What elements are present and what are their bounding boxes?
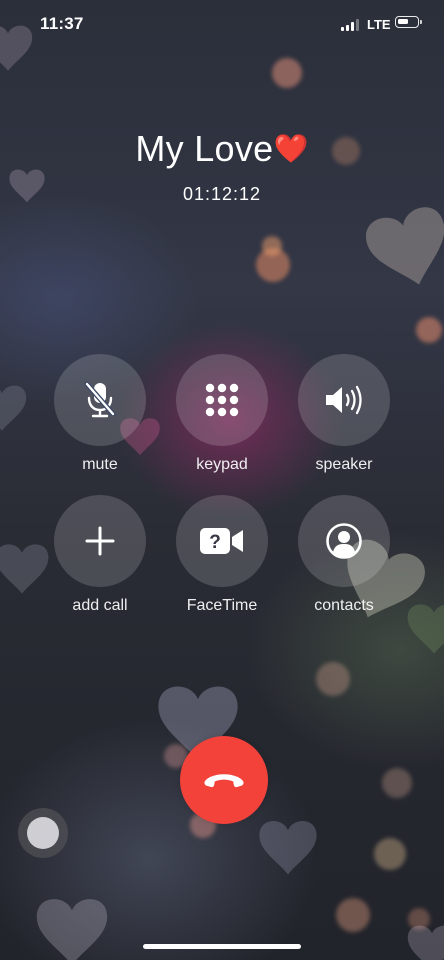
plus-icon (85, 526, 115, 556)
heart-emoji: ❤️ (273, 132, 309, 165)
keypad-icon (205, 383, 239, 417)
contacts-label: contacts (314, 597, 374, 614)
add-call-button[interactable]: add call (54, 495, 146, 615)
facetime-button[interactable]: ? FaceTime (176, 495, 268, 615)
svg-text:?: ? (209, 532, 221, 553)
status-bar: 11:37 LTE (0, 0, 444, 48)
battery-icon (395, 16, 422, 28)
mute-button-circle[interactable] (54, 354, 146, 446)
home-indicator[interactable] (143, 944, 301, 949)
keypad-label: keypad (196, 456, 248, 473)
speaker-button-circle[interactable] (298, 354, 390, 446)
mute-label: mute (82, 456, 118, 473)
contacts-button-circle[interactable] (298, 495, 390, 587)
status-time: 11:37 (40, 14, 84, 33)
mute-button[interactable]: mute (54, 354, 146, 474)
signal-icon (341, 19, 361, 31)
speaker-icon (326, 385, 362, 415)
call-duration: 01:12:12 (182, 184, 262, 204)
keypad-button[interactable]: keypad (176, 354, 268, 474)
facetime-label: FaceTime (186, 597, 258, 614)
facetime-button-circle[interactable]: ? (176, 495, 268, 587)
caller-name: My Love (135, 128, 274, 169)
contacts-button[interactable]: contacts (298, 495, 390, 615)
caller-header: My Love❤️ (0, 128, 444, 170)
end-call-icon (204, 774, 244, 788)
keypad-button-circle[interactable] (176, 354, 268, 446)
add-call-label: add call (72, 597, 128, 614)
end-call-button[interactable] (180, 736, 268, 824)
speaker-label: speaker (315, 456, 373, 473)
speaker-button[interactable]: speaker (298, 354, 390, 474)
network-type: LTE (367, 17, 391, 32)
assistive-touch-icon (27, 817, 59, 849)
facetime-icon: ? (200, 528, 243, 554)
assistive-touch-button[interactable] (18, 808, 68, 858)
contact-icon (326, 523, 362, 559)
add-call-button-circle[interactable] (54, 495, 146, 587)
mic-off-icon (84, 381, 116, 418)
